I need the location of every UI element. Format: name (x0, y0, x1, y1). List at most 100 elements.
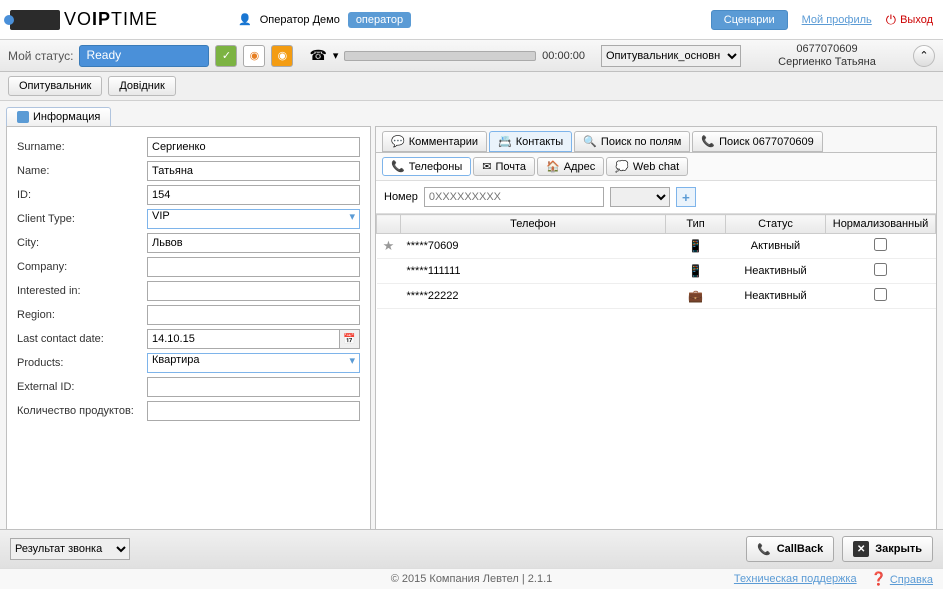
status-cell: Неактивный (726, 284, 826, 309)
city-input[interactable] (147, 233, 360, 253)
subtab-address[interactable]: 🏠Адрес (537, 157, 604, 176)
col-type: Тип (666, 215, 726, 234)
main-tab-strip: Информация (0, 101, 943, 126)
contact-subtabs: 📞Телефоны ✉Почта 🏠Адрес 💭Web chat (376, 153, 936, 181)
normalized-checkbox[interactable] (874, 238, 887, 251)
external-id-label: External ID: (17, 381, 147, 393)
status-cell: Активный (726, 234, 826, 259)
chat-icon: 💭 (615, 160, 629, 173)
status-pause-icon[interactable]: ◉ (243, 45, 265, 67)
normalized-checkbox[interactable] (874, 263, 887, 276)
table-row[interactable]: *****111111 📱 Неактивный (377, 259, 936, 284)
interested-input[interactable] (147, 281, 360, 301)
id-input[interactable] (147, 185, 360, 205)
status-ready-icon[interactable]: ✓ (215, 45, 237, 67)
chevron-icon: ⌃ (919, 49, 928, 62)
call-section: ☎ ▾ 00:00:00 (309, 47, 585, 64)
help-link[interactable]: Справка (890, 574, 933, 586)
subtab-phones[interactable]: 📞Телефоны (382, 157, 471, 176)
client-type-label: Client Type: (17, 213, 147, 225)
power-icon: ⏻ (886, 12, 896, 28)
customer-name: Сергиенко Татьяна (747, 56, 907, 69)
type-icon: 💼 (688, 289, 703, 303)
scenarios-button[interactable]: Сценарии (711, 10, 788, 30)
expand-button[interactable]: ⌃ (913, 45, 935, 67)
products-select[interactable]: Квартира (147, 353, 360, 373)
tab-field-search[interactable]: 🔍Поиск по полям (574, 131, 690, 152)
tab-comments[interactable]: 💬Комментарии (382, 131, 487, 152)
number-entry-row: Номер + (376, 181, 936, 214)
subtab-mail[interactable]: ✉Почта (473, 157, 535, 176)
directory-tab-button[interactable]: Довідник (108, 76, 175, 96)
status-cell: Неактивный (726, 259, 826, 284)
call-result-select[interactable]: Результат звонка (10, 538, 130, 560)
right-tabs: 💬Комментарии 📇Контакты 🔍Поиск по полям 📞… (376, 127, 936, 153)
number-input[interactable] (424, 187, 604, 207)
comment-icon: 💬 (391, 135, 405, 148)
copyright-text: © 2015 Компания Левтел | 2.1.1 (391, 573, 553, 585)
last-contact-input[interactable] (147, 329, 340, 349)
main-content: Surname: Name: ID: Client Type:VIP City:… (0, 126, 943, 556)
normalized-checkbox[interactable] (874, 288, 887, 301)
region-input[interactable] (147, 305, 360, 325)
tab-phone-search[interactable]: 📞Поиск 0677070609 (692, 131, 822, 152)
subtab-webchat[interactable]: 💭Web chat (606, 157, 688, 176)
type-icon: 📱 (688, 264, 703, 278)
client-type-select[interactable]: VIP (147, 209, 360, 229)
add-number-button[interactable]: + (676, 187, 696, 207)
phone-cell: *****111111 (401, 259, 666, 284)
search-icon: 🔍 (583, 135, 597, 148)
external-id-input[interactable] (147, 377, 360, 397)
table-row[interactable]: ★ *****70609 📱 Активный (377, 234, 936, 259)
last-contact-label: Last contact date: (17, 333, 147, 345)
name-label: Name: (17, 165, 147, 177)
copyright-bar: © 2015 Компания Левтел | 2.1.1 Техническ… (0, 568, 943, 589)
calendar-icon[interactable]: 📅 (340, 329, 360, 349)
callback-button[interactable]: 📞CallBack (746, 536, 834, 562)
status-select[interactable]: Ready (79, 45, 209, 67)
number-type-select[interactable] (610, 187, 670, 207)
products-label: Products: (17, 357, 147, 369)
surname-label: Surname: (17, 141, 147, 153)
col-status: Статус (726, 215, 826, 234)
region-label: Region: (17, 309, 147, 321)
status-away-icon[interactable]: ◉ (271, 45, 293, 67)
close-button[interactable]: ✕Закрыть (842, 536, 933, 562)
contacts-icon: 📇 (498, 135, 512, 148)
city-label: City: (17, 237, 147, 249)
logout-link[interactable]: ⏻ Выход (886, 12, 933, 28)
star-icon: ★ (383, 238, 395, 253)
name-input[interactable] (147, 161, 360, 181)
header-center: 👤 Оператор Демо оператор (238, 12, 711, 28)
form-panel: Surname: Name: ID: Client Type:VIP City:… (6, 126, 371, 552)
surname-input[interactable] (147, 137, 360, 157)
support-link[interactable]: Техническая поддержка (734, 573, 857, 585)
profile-link[interactable]: Мой профиль (802, 14, 872, 26)
sub-nav: Опитувальник Довідник (0, 72, 943, 101)
tab-contacts[interactable]: 📇Контакты (489, 131, 572, 152)
operator-name: Оператор Демо (260, 14, 340, 26)
tab-information[interactable]: Информация (6, 107, 111, 126)
survey-select[interactable]: Опитувальник_основн (601, 45, 741, 67)
product-count-input[interactable] (147, 401, 360, 421)
info-icon (17, 111, 29, 123)
type-icon: 📱 (688, 239, 703, 253)
phone-icon: 📞 (757, 543, 771, 556)
operator-role-badge: оператор (348, 12, 411, 28)
phone-search-icon: 📞 (701, 135, 715, 148)
footer: Результат звонка 📞CallBack ✕Закрыть © 20… (0, 529, 943, 589)
product-count-label: Количество продуктов: (17, 405, 147, 417)
survey-tab-button[interactable]: Опитувальник (8, 76, 102, 96)
person-icon: 👤 (238, 13, 252, 26)
phone-cell: *****70609 (401, 234, 666, 259)
logo: VOIPTIME (10, 9, 158, 30)
action-bar: Результат звонка 📞CallBack ✕Закрыть (0, 529, 943, 568)
phone-table: Телефон Тип Статус Нормализованный ★****… (376, 214, 936, 551)
chevron-down-icon[interactable]: ▾ (333, 49, 339, 62)
company-input[interactable] (147, 257, 360, 277)
table-row[interactable]: *****22222 💼 Неактивный (377, 284, 936, 309)
phone-cell: *****22222 (401, 284, 666, 309)
customer-phone: 0677070609 (747, 43, 907, 56)
close-icon: ✕ (853, 541, 869, 557)
status-bar: Мой статус: Ready ✓ ◉ ◉ ☎ ▾ 00:00:00 Опи… (0, 40, 943, 72)
